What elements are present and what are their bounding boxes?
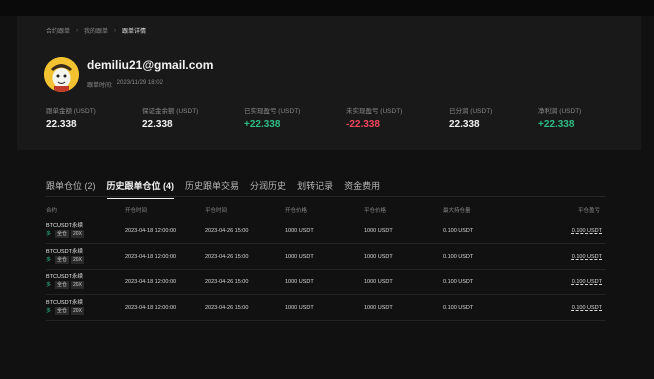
stat-net-profit: 净利润 (USDT) +22.338 <box>538 105 581 130</box>
margin-mode-badge: 全仓 <box>55 230 70 238</box>
follow-time: 跟单时间: 2023/11/29 18:02 <box>87 80 163 89</box>
row-close-pnl: 0.100 USDT <box>571 228 602 234</box>
row-close-pnl: 0.100 USDT <box>571 254 602 260</box>
margin-mode-badge: 全仓 <box>55 307 70 315</box>
stat-value: 22.338 <box>46 119 77 130</box>
margin-mode-badge: 全仓 <box>55 281 70 289</box>
table-row[interactable]: BTCUSDT永续 多 全仓 20X 2023-04-18 12:00:00 2… <box>46 245 606 270</box>
chevron-right-icon: › <box>114 27 117 34</box>
row-open-time: 2023-04-18 12:00:00 <box>125 228 177 234</box>
row-symbol: BTCUSDT永续 <box>46 223 83 229</box>
row-symbol: BTCUSDT永续 <box>46 274 83 280</box>
stat-label: 保证金余额 (USDT) <box>142 108 199 115</box>
row-close-time: 2023-04-26 15:00 <box>205 279 249 285</box>
row-close-pnl: 0.100 USDT <box>571 279 602 285</box>
row-close-price: 1000 USDT <box>364 228 393 234</box>
row-close-time: 2023-04-26 15:00 <box>205 305 249 311</box>
stat-label: 已分润 (USDT) <box>449 108 493 115</box>
stat-value: -22.338 <box>346 119 380 130</box>
row-open-price: 1000 USDT <box>285 305 314 311</box>
direction-badge: 多 <box>46 257 52 263</box>
row-close-time: 2023-04-26 15:00 <box>205 228 249 234</box>
col-header-open-price: 开仓价格 <box>285 208 308 214</box>
margin-mode-badge: 全仓 <box>55 256 70 264</box>
row-max-position: 0.100 USDT <box>443 305 474 311</box>
stat-shared-profit: 已分润 (USDT) 22.338 <box>449 105 492 130</box>
direction-badge: 多 <box>46 308 52 314</box>
row-max-position: 0.100 USDT <box>443 228 474 234</box>
row-open-price: 1000 USDT <box>285 254 314 260</box>
leverage-badge: 20X <box>71 230 84 238</box>
row-tags: 多 全仓 20X <box>46 307 84 315</box>
row-close-price: 1000 USDT <box>364 279 393 285</box>
follow-summary-card: 合约跟单 › 我的跟单 › 跟单详情 demiliu21@gmail.com 跟… <box>17 16 641 150</box>
top-bar <box>0 0 654 16</box>
stat-unrealized-pnl: 未实现盈亏 (USDT) -22.338 <box>346 105 402 130</box>
row-max-position: 0.100 USDT <box>443 254 474 260</box>
tab-divider <box>46 196 606 197</box>
row-open-time: 2023-04-18 12:00:00 <box>125 279 177 285</box>
trader-email: demiliu21@gmail.com <box>87 58 214 72</box>
chevron-right-icon: › <box>76 27 79 34</box>
col-header-max-position: 最大持仓量 <box>443 208 471 214</box>
stat-margin-balance: 保证金余额 (USDT) 22.338 <box>142 105 198 130</box>
row-close-price: 1000 USDT <box>364 305 393 311</box>
row-open-time: 2023-04-18 12:00:00 <box>125 305 177 311</box>
row-symbol: BTCUSDT永续 <box>46 300 83 306</box>
breadcrumb: 合约跟单 › 我的跟单 › 跟单详情 <box>46 26 147 36</box>
direction-badge: 多 <box>46 282 52 288</box>
stat-label: 已实现盈亏 (USDT) <box>244 108 301 115</box>
col-header-open-time: 开仓时间 <box>125 208 148 214</box>
follow-time-value: 2023/11/29 18:02 <box>116 80 163 86</box>
stat-label: 净利润 (USDT) <box>538 108 582 115</box>
follow-time-label: 跟单时间: <box>87 83 113 89</box>
avatar <box>44 57 79 92</box>
row-close-price: 1000 USDT <box>364 254 393 260</box>
row-max-position: 0.100 USDT <box>443 279 474 285</box>
stat-value: +22.338 <box>244 119 281 130</box>
stat-label: 未实现盈亏 (USDT) <box>346 108 403 115</box>
leverage-badge: 20X <box>71 307 84 315</box>
stat-follow-amount: 跟单金额 (USDT) 22.338 <box>46 105 96 130</box>
row-open-price: 1000 USDT <box>285 228 314 234</box>
col-header-close-time: 平仓时间 <box>205 208 228 214</box>
row-open-time: 2023-04-18 12:00:00 <box>125 254 177 260</box>
stat-label: 跟单金额 (USDT) <box>46 108 96 115</box>
breadcrumb-copy-trading[interactable]: 合约跟单 <box>46 26 70 35</box>
stat-realized-pnl: 已实现盈亏 (USDT) +22.338 <box>244 105 300 130</box>
direction-badge: 多 <box>46 231 52 237</box>
col-header-close-pnl: 平仓盈亏 <box>578 208 601 214</box>
table-row[interactable]: BTCUSDT永续 多 全仓 20X 2023-04-18 12:00:00 2… <box>46 296 606 321</box>
row-tags: 多 全仓 20X <box>46 256 84 264</box>
row-close-pnl: 0.100 USDT <box>571 305 602 311</box>
leverage-badge: 20X <box>71 281 84 289</box>
row-open-price: 1000 USDT <box>285 279 314 285</box>
leverage-badge: 20X <box>71 256 84 264</box>
row-close-time: 2023-04-26 15:00 <box>205 254 249 260</box>
col-header-contract: 合约 <box>46 208 58 214</box>
stat-value: +22.338 <box>538 119 575 130</box>
table-row[interactable]: BTCUSDT永续 多 全仓 20X 2023-04-18 12:00:00 2… <box>46 270 606 295</box>
row-tags: 多 全仓 20X <box>46 281 84 289</box>
breadcrumb-my-follows[interactable]: 我的跟单 <box>84 26 108 35</box>
col-header-close-price: 平仓价格 <box>364 208 387 214</box>
row-tags: 多 全仓 20X <box>46 230 84 238</box>
stat-value: 22.338 <box>449 119 480 130</box>
breadcrumb-current: 跟单详情 <box>122 29 147 35</box>
stat-value: 22.338 <box>142 119 173 130</box>
table-row[interactable]: BTCUSDT永续 多 全仓 20X 2023-04-18 12:00:00 2… <box>46 219 606 244</box>
row-symbol: BTCUSDT永续 <box>46 249 83 255</box>
